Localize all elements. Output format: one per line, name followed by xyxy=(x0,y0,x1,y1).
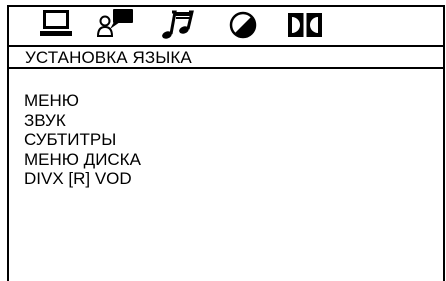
menu-item-audio-language[interactable]: ЗВУК xyxy=(24,111,141,131)
menu-item-subtitle-language[interactable]: СУБТИТРЫ xyxy=(24,130,141,150)
tab-bar-divider xyxy=(9,45,443,47)
user-speech-icon[interactable] xyxy=(96,7,136,43)
menu-item-disc-menu-language[interactable]: МЕНЮ ДИСКА xyxy=(24,150,141,170)
music-note-icon[interactable] xyxy=(159,7,199,43)
menu-item-divx-vod[interactable]: DIVX [R] VOD xyxy=(24,169,141,189)
dolby-icon[interactable] xyxy=(285,7,325,43)
page-title: УСТАНОВКА ЯЗЫКА xyxy=(25,48,192,67)
title-divider xyxy=(9,67,443,69)
setup-osd-panel: УСТАНОВКА ЯЗЫКА МЕНЮ ЗВУК СУБТИТРЫ МЕНЮ … xyxy=(0,0,446,281)
disc-icon[interactable] xyxy=(223,7,263,43)
menu-item-menu-language[interactable]: МЕНЮ xyxy=(24,91,141,111)
monitor-icon[interactable] xyxy=(36,7,76,43)
setup-tab-bar xyxy=(9,7,443,43)
language-menu-list: МЕНЮ ЗВУК СУБТИТРЫ МЕНЮ ДИСКА DIVX [R] V… xyxy=(24,91,141,189)
